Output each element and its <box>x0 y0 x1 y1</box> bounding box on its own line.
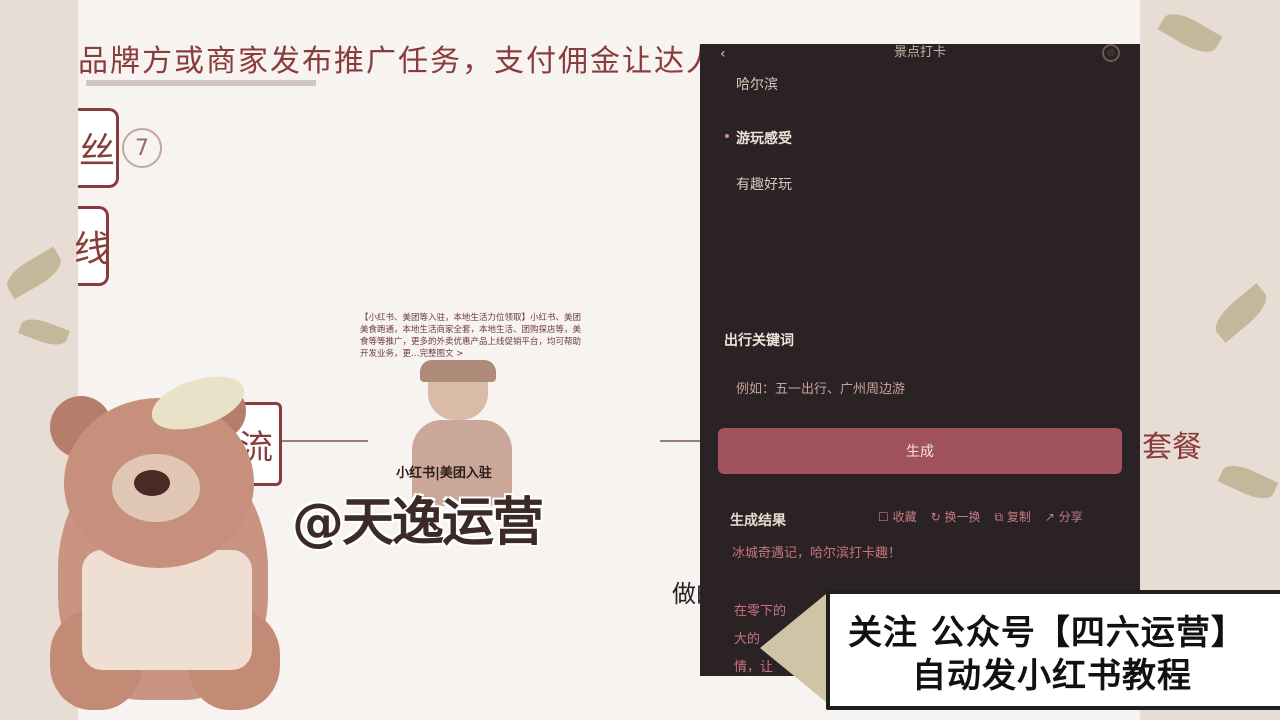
teddy-bear-nose <box>134 470 170 496</box>
share-button[interactable]: ↗ 分享 <box>1045 508 1083 525</box>
keyword-label: 出行关键词 <box>724 333 794 349</box>
swap-button[interactable]: ↻ 换一换 <box>931 508 981 525</box>
result-body-line: 大的 <box>734 632 761 647</box>
author-watermark: @天逸运营 <box>292 493 544 553</box>
banner-follow-text: 关注 公众号【四六运营】 <box>848 613 1246 653</box>
keyword-input[interactable]: 例如：五一出行、广州周边游 <box>736 378 905 397</box>
faded-subtext-line <box>86 80 316 86</box>
banner-arrow-decoration <box>760 594 826 702</box>
phone-app-screen: ‹ 景点打卡 ◎ 哈尔滨 游玩感受 有趣好玩 出行关键词 例如：五一出行、广州周… <box>700 44 1140 676</box>
post-snippet-text: 【小红书、美团等入驻，本地生活力位领取】小红书、美团美食跑通，本地生活商家全套，… <box>360 313 582 359</box>
city-value[interactable]: 哈尔滨 <box>736 74 778 94</box>
copy-button[interactable]: ⧉ 复制 <box>994 508 1030 525</box>
step-number-badge: 7 <box>122 128 162 168</box>
menu-icon[interactable]: ◎ <box>1102 44 1120 62</box>
app-title: 景点打卡 <box>893 45 946 60</box>
save-button[interactable]: ☐ 收藏 <box>878 508 917 525</box>
slide-heading: 品牌方或商家发布推广任务，支付佣金让达人 <box>78 44 718 79</box>
flow-connector-line <box>272 440 368 442</box>
banner-tutorial-text: 自动发小红书教程 <box>912 656 1192 696</box>
feeling-label: 游玩感受 <box>736 131 792 147</box>
flow-connector-line <box>660 440 700 442</box>
required-dot-icon <box>725 134 729 138</box>
result-label: 生成结果 <box>730 513 786 529</box>
result-actions: ☐ 收藏 ↻ 换一换 ⧉ 复制 ↗ 分享 <box>878 508 1083 525</box>
slide-box-fans: 丝 <box>78 108 119 188</box>
cartoon-figure-hat <box>420 360 496 382</box>
slide-box-line: 线 <box>74 206 110 286</box>
result-title: 冰城奇遇记，哈尔滨打卡趣！ <box>732 546 902 561</box>
cartoon-sign-text: 小红书|美团入驻 <box>396 466 492 481</box>
generate-button[interactable]: 生成 <box>718 428 1122 474</box>
feeling-input[interactable]: 有趣好玩 <box>736 174 792 194</box>
package-label: 套餐 <box>1142 430 1202 465</box>
teddy-bear-shirt <box>82 550 252 670</box>
